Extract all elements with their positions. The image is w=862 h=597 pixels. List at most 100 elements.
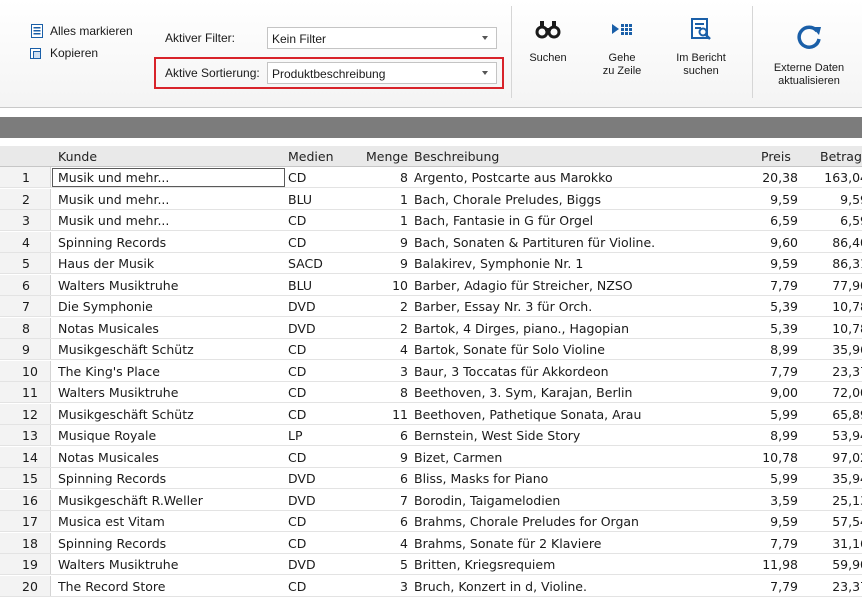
cell-beschreibung[interactable]: Bach, Fantasie in G für Orgel (414, 213, 744, 228)
cell-beschreibung[interactable]: Bartok, 4 Dirges, piano., Hagopian (414, 321, 744, 336)
cell-preis[interactable]: 6,59 (746, 213, 798, 228)
table-row[interactable]: 13 Musique Royale LP 6 Bernstein, West Side … (0, 425, 862, 446)
table-row[interactable]: 16 Musikgeschäft R.Weller DVD 7 Borodin, Tai… (0, 489, 862, 511)
cell-preis[interactable]: 5,99 (746, 471, 798, 486)
cell-kunde[interactable]: The King's Place (58, 364, 278, 379)
cell-preis[interactable]: 11,98 (746, 557, 798, 572)
cell-medien[interactable]: LP (288, 428, 348, 443)
table-row[interactable]: 10 The King's Place CD 3 Baur, 3 Toccatas fü… (0, 360, 862, 382)
table-row[interactable]: 15 Spinning Records DVD 6 Bliss, Masks for P… (0, 468, 862, 489)
table-row[interactable]: 14 Notas Musicales CD 9 Bizet, Carmen 10,78 97… (0, 446, 862, 468)
cell-betrag[interactable]: 9,59 (808, 192, 862, 207)
cell-kunde[interactable]: Musik und mehr... (58, 192, 278, 207)
cell-medien[interactable]: CD (288, 364, 348, 379)
cell-kunde[interactable]: Walters Musiktruhe (58, 278, 278, 293)
cell-preis[interactable]: 5,39 (746, 321, 798, 336)
cell-kunde[interactable]: Musique Royale (58, 428, 278, 443)
column-header-medien[interactable]: Medien (288, 149, 334, 164)
cell-beschreibung[interactable]: Brahms, Chorale Preludes for Organ (414, 514, 744, 529)
cell-preis[interactable]: 3,59 (746, 493, 798, 508)
cell-betrag[interactable]: 6,59 (808, 213, 862, 228)
cell-medien[interactable]: DVD (288, 557, 348, 572)
cell-beschreibung[interactable]: Bach, Sonaten & Partituren für Violine. (414, 235, 744, 250)
cell-betrag[interactable]: 72,00 (808, 385, 862, 400)
table-row[interactable]: 20 The Record Store CD 3 Bruch, Konzert in d… (0, 575, 862, 597)
goto-line-button[interactable]: Gehe zu Zeile (592, 18, 652, 78)
cell-preis[interactable]: 7,79 (746, 579, 798, 594)
cell-betrag[interactable]: 31,16 (808, 536, 862, 551)
table-row[interactable]: 12 Musikgeschäft Schütz CD 11 Beethoven, Pat… (0, 403, 862, 425)
cell-menge[interactable]: 1 (352, 213, 408, 228)
cell-kunde[interactable]: Spinning Records (58, 235, 278, 250)
cell-menge[interactable]: 1 (352, 192, 408, 207)
cell-menge[interactable]: 8 (352, 170, 408, 185)
table-row[interactable]: 7 Die Symphonie DVD 2 Barber, Essay Nr. 3 fü… (0, 296, 862, 317)
cell-menge[interactable]: 9 (352, 256, 408, 271)
cell-kunde[interactable]: Spinning Records (58, 536, 278, 551)
cell-medien[interactable]: CD (288, 450, 348, 465)
cell-medien[interactable]: CD (288, 342, 348, 357)
cell-kunde[interactable]: Walters Musiktruhe (58, 385, 278, 400)
cell-medien[interactable]: CD (288, 579, 348, 594)
cell-medien[interactable]: DVD (288, 471, 348, 486)
cell-kunde[interactable]: The Record Store (58, 579, 278, 594)
cell-menge[interactable]: 6 (352, 471, 408, 486)
cell-menge[interactable]: 4 (352, 342, 408, 357)
cell-preis[interactable]: 20,38 (746, 170, 798, 185)
cell-betrag[interactable]: 97,02 (808, 450, 862, 465)
cell-betrag[interactable]: 35,94 (808, 471, 862, 486)
cell-preis[interactable]: 9,59 (746, 256, 798, 271)
cell-betrag[interactable]: 57,54 (808, 514, 862, 529)
cell-beschreibung[interactable]: Argento, Postcarte aus Marokko (414, 170, 744, 185)
cell-kunde[interactable]: Notas Musicales (58, 450, 278, 465)
cell-menge[interactable]: 6 (352, 514, 408, 529)
cell-kunde[interactable]: Haus der Musik (58, 256, 278, 271)
cell-medien[interactable]: BLU (288, 278, 348, 293)
cell-medien[interactable]: CD (288, 213, 348, 228)
cell-betrag[interactable]: 10,78 (808, 299, 862, 314)
cell-menge[interactable]: 4 (352, 536, 408, 551)
table-row[interactable]: 18 Spinning Records CD 4 Brahms, Sonate für … (0, 532, 862, 554)
cell-beschreibung[interactable]: Baur, 3 Toccatas für Akkordeon (414, 364, 744, 379)
cell-preis[interactable]: 7,79 (746, 536, 798, 551)
cell-betrag[interactable]: 65,89 (808, 407, 862, 422)
cell-beschreibung[interactable]: Beethoven, Pathetique Sonata, Arau (414, 407, 744, 422)
cell-medien[interactable]: CD (288, 514, 348, 529)
cell-preis[interactable]: 9,00 (746, 385, 798, 400)
cell-kunde[interactable]: Musik und mehr... (58, 213, 278, 228)
cell-betrag[interactable]: 25,13 (808, 493, 862, 508)
cell-preis[interactable]: 7,79 (746, 278, 798, 293)
cell-kunde[interactable]: Die Symphonie (58, 299, 278, 314)
cell-kunde[interactable]: Musica est Vitam (58, 514, 278, 529)
refresh-external-data-button[interactable]: Externe Daten aktualisieren (764, 24, 854, 88)
cell-betrag[interactable]: 86,40 (808, 235, 862, 250)
filter-dropdown[interactable]: Kein Filter (267, 27, 497, 49)
cell-preis[interactable]: 10,78 (746, 450, 798, 465)
cell-preis[interactable]: 9,59 (746, 192, 798, 207)
column-header-kunde[interactable]: Kunde (58, 149, 97, 164)
table-row[interactable]: 2 Musik und mehr... BLU 1 Bach, Chorale Prel… (0, 188, 862, 210)
select-all-button[interactable]: Alles markieren (30, 24, 133, 38)
cell-menge[interactable]: 9 (352, 450, 408, 465)
table-row[interactable]: 11 Walters Musiktruhe CD 8 Beethoven, 3. Sym… (0, 382, 862, 403)
cell-preis[interactable]: 9,59 (746, 514, 798, 529)
column-header-betrag[interactable]: Betrag (820, 149, 862, 164)
cell-medien[interactable]: CD (288, 536, 348, 551)
cell-betrag[interactable]: 59,90 (808, 557, 862, 572)
cell-menge[interactable]: 3 (352, 579, 408, 594)
cell-medien[interactable]: CD (288, 385, 348, 400)
cell-beschreibung[interactable]: Balakirev, Symphonie Nr. 1 (414, 256, 744, 271)
table-row[interactable]: 17 Musica est Vitam CD 6 Brahms, Chorale Pre… (0, 511, 862, 532)
cell-kunde[interactable]: Musikgeschäft Schütz (58, 407, 278, 422)
cell-medien[interactable]: CD (288, 235, 348, 250)
cell-menge[interactable]: 2 (352, 299, 408, 314)
cell-beschreibung[interactable]: Bernstein, West Side Story (414, 428, 744, 443)
cell-beschreibung[interactable]: Barber, Adagio für Streicher, NZSO (414, 278, 744, 293)
table-row[interactable]: 9 Musikgeschäft Schütz CD 4 Bartok, Sonate f… (0, 339, 862, 360)
cell-medien[interactable]: CD (288, 407, 348, 422)
cell-betrag[interactable]: 23,37 (808, 364, 862, 379)
cell-menge[interactable]: 11 (352, 407, 408, 422)
cell-preis[interactable]: 8,99 (746, 342, 798, 357)
cell-menge[interactable]: 7 (352, 493, 408, 508)
cell-medien[interactable]: BLU (288, 192, 348, 207)
